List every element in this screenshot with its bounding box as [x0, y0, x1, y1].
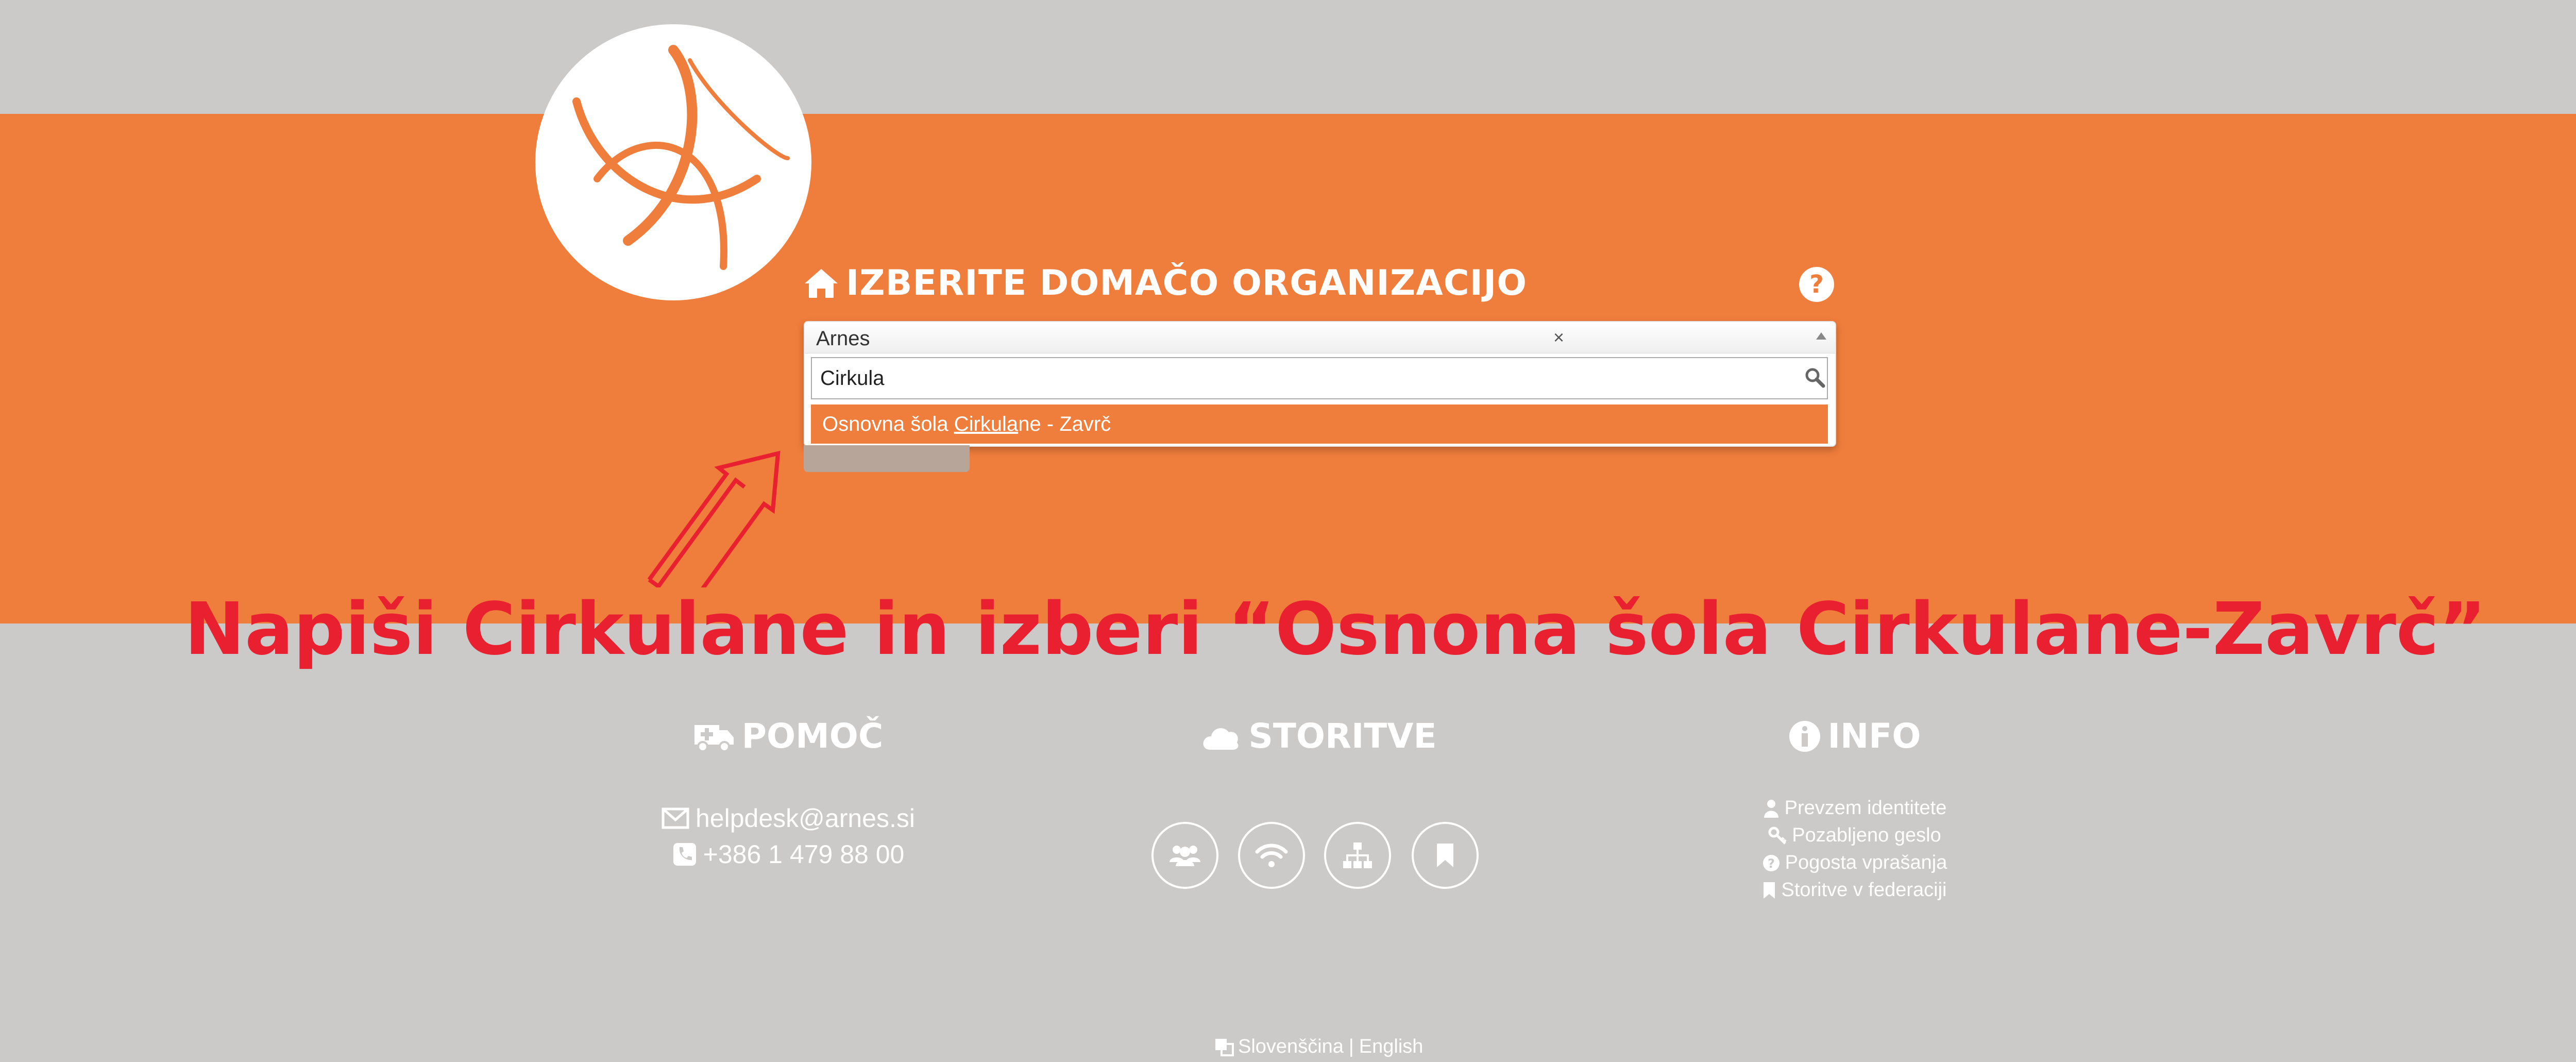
select-header[interactable]: Arnes ×: [805, 322, 1835, 353]
selected-value: Arnes: [816, 327, 870, 350]
footer-help: POMOČ helpdesk@arnes.si +386 1 479 88 00: [608, 716, 969, 869]
phone-icon: [673, 843, 696, 866]
service-sitemap-button[interactable]: [1324, 822, 1391, 889]
bookmark-small-icon: [1764, 882, 1775, 899]
help-email-text[interactable]: helpdesk@arnes.si: [696, 803, 915, 833]
footer-services: STORITVE: [1139, 716, 1499, 756]
continue-button[interactable]: [804, 445, 970, 472]
page-heading: IZBERITE DOMAČO ORGANIZACIJO: [804, 263, 1527, 304]
arnes-logo: [535, 24, 811, 300]
info-link-federation-text[interactable]: Storitve v federaciji: [1781, 879, 1946, 901]
cloud-icon: [1203, 728, 1239, 750]
language-current[interactable]: Slovenščina: [1238, 1036, 1344, 1058]
annotation-arrow: [647, 450, 781, 587]
search-field[interactable]: [811, 357, 1828, 399]
info-link-faq[interactable]: ? Pogosta vprašanja: [1674, 852, 2035, 874]
search-input[interactable]: [812, 358, 1789, 398]
wifi-icon: [1255, 844, 1288, 867]
info-link-federation[interactable]: Storitve v federaciji: [1674, 879, 2035, 901]
option-osnovna-sola-cirkulane[interactable]: Osnovna šola Cirkula ne - Zavrč: [811, 404, 1828, 444]
svg-text:?: ?: [1809, 270, 1824, 299]
users-icon: [1170, 846, 1200, 866]
help-icon[interactable]: ?: [1798, 266, 1835, 303]
option-prefix: Osnovna šola: [822, 412, 954, 435]
bookmark-icon: [1437, 844, 1453, 867]
info-title-text: INFO: [1827, 716, 1921, 756]
clear-icon[interactable]: ×: [1553, 328, 1564, 347]
organization-select[interactable]: Arnes × Osnovna šola Cirkulane - Zavrč: [804, 321, 1836, 447]
help-title: POMOČ: [608, 716, 969, 756]
user-icon: [1764, 799, 1778, 818]
language-icon: [1215, 1038, 1234, 1056]
help-title-text: POMOČ: [741, 716, 884, 756]
key-icon: [1768, 827, 1787, 845]
search-icon: [1805, 368, 1825, 388]
help-phone-text[interactable]: +386 1 479 88 00: [703, 839, 905, 869]
language-switcher: Slovenščina | English: [1214, 1036, 1423, 1058]
service-users-button[interactable]: [1151, 822, 1218, 889]
envelope-icon: [662, 807, 689, 829]
info-link-identity[interactable]: Prevzem identitete: [1674, 797, 2035, 819]
info-link-identity-text[interactable]: Prevzem identitete: [1785, 797, 1947, 819]
info-link-password-text[interactable]: Pozabljeno geslo: [1792, 824, 1941, 847]
service-bookmark-button[interactable]: [1412, 822, 1479, 889]
service-wifi-button[interactable]: [1238, 822, 1305, 889]
language-separator: |: [1348, 1036, 1354, 1057]
heading-text: IZBERITE DOMAČO ORGANIZACIJO: [846, 263, 1528, 304]
annotation-text: Napiši Cirkulane in izberi “Osnona šola …: [184, 587, 2486, 671]
info-link-faq-text[interactable]: Pogosta vprašanja: [1785, 852, 1947, 874]
help-phone[interactable]: +386 1 479 88 00: [608, 839, 969, 869]
services-title: STORITVE: [1139, 716, 1499, 756]
help-email[interactable]: helpdesk@arnes.si: [608, 803, 969, 833]
chevron-up-icon[interactable]: [1816, 332, 1826, 340]
language-english[interactable]: English: [1359, 1036, 1423, 1058]
home-icon: [805, 268, 838, 298]
info-icon: [1789, 720, 1820, 752]
footer-info: INFO Prevzem identitete Pozabljeno geslo…: [1674, 716, 2035, 901]
info-title: INFO: [1674, 716, 2035, 756]
svg-text:?: ?: [1768, 856, 1775, 871]
option-suffix: ne - Zavrč: [1018, 412, 1111, 435]
option-match: Cirkula: [954, 412, 1019, 435]
sitemap-icon: [1343, 842, 1372, 868]
ambulance-icon: [694, 724, 734, 752]
services-title-text: STORITVE: [1248, 716, 1437, 756]
info-link-password[interactable]: Pozabljeno geslo: [1674, 824, 2035, 847]
question-circle-icon: ?: [1762, 854, 1780, 871]
